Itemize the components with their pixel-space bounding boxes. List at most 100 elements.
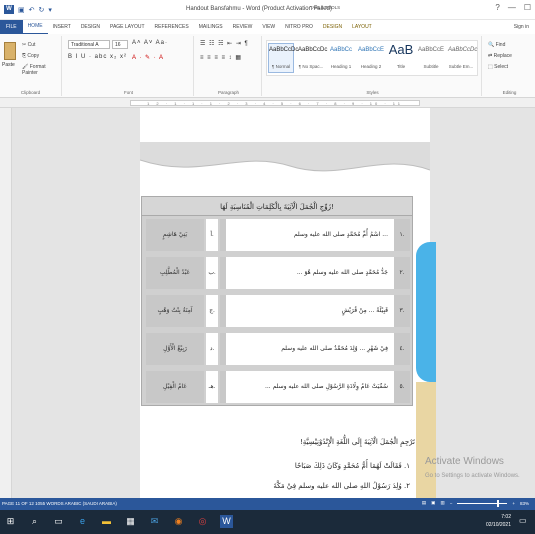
font-color-buttons[interactable]: A · ✎ · A [132,54,164,61]
select-button[interactable]: ⬚ Select [488,64,508,70]
letter-cell[interactable]: د. [206,333,218,365]
save-icon[interactable]: ▣ [18,6,25,14]
tab-mailings[interactable]: MAILINGS [194,20,228,34]
format-painter-button[interactable]: 🖌 Format Painter [22,64,61,76]
store-icon[interactable]: ▦ [124,515,137,528]
styles-group: AaBbCcDc ¶ Normal AaBbCcDc ¶ No Spac... … [264,36,482,96]
number-cell[interactable]: ٤. [394,333,410,365]
opera-icon[interactable]: ◎ [196,515,209,528]
question-cell[interactable]: جَدُّ مُحَمَّدٍ صلى الله عليه وسلم هُوَ … [226,257,394,289]
zoom-slider-thumb[interactable] [497,499,500,507]
vertical-ruler[interactable] [0,108,12,500]
number-cell[interactable]: ٢. [394,257,410,289]
decorative-wave [140,142,430,172]
word-taskbar-icon[interactable]: W [220,515,233,528]
question-cell[interactable]: قَبِيْلَةُ ... مِنْ قُرَيْشٍ [226,295,394,327]
cut-button[interactable]: ✂ Cut [22,42,35,48]
table-row[interactable]: رَبِيْعُ الْأَوَّلِ د. فِيْ شَهْرِ ... و… [141,330,413,368]
answer-cell[interactable]: آمِنَةُ بِنْتُ وَهْبٍ [146,295,204,327]
styles-gallery: AaBbCcDc ¶ Normal AaBbCcDc ¶ No Spac... … [266,40,478,76]
redo-icon[interactable]: ↻ [39,6,45,14]
number-cell[interactable]: ١. [394,219,410,251]
tab-page-layout[interactable]: PAGE LAYOUT [105,20,150,34]
style-subtitle[interactable]: AaBbCcE Subtitle [418,44,444,69]
horizontal-ruler[interactable]: 1 2 · 1 · 1 · 1 · 2 · 3 · 4 · 5 · 6 · 7 … [0,98,535,108]
letter-cell[interactable]: أ. [206,219,218,251]
start-icon[interactable]: ⊞ [4,515,17,528]
edge-icon[interactable]: e [76,515,89,528]
style-no-spacing[interactable]: AaBbCcDc ¶ No Spac... [298,44,327,69]
help-icon[interactable]: ? [495,3,499,12]
tab-review[interactable]: REVIEW [228,20,258,34]
letter-cell[interactable]: ج. [206,295,218,327]
tab-insert[interactable]: INSERT [48,20,76,34]
tab-table-design[interactable]: DESIGN [318,20,347,34]
style-heading-1[interactable]: AaBbCc Heading 1 [328,44,354,69]
style-normal[interactable]: AaBbCcDc ¶ Normal [268,43,298,73]
font-size-buttons[interactable]: A˄ A˅ Aa· [132,40,168,46]
activate-windows-sub: Go to Settings to activate Windows. [425,473,520,479]
letter-cell[interactable]: ب. [206,257,218,289]
align-buttons[interactable]: ≡ ≡ ≡ ≡ ↕ ▦ [200,54,242,61]
tab-references[interactable]: REFERENCES [150,20,194,34]
font-name-select[interactable]: Traditional A [68,40,110,49]
style-subtle-emphasis[interactable]: AaBbCcDc Subtle Em... [448,44,477,69]
mail-icon[interactable]: ✉ [148,515,161,528]
paste-icon[interactable] [4,42,16,60]
customize-icon[interactable]: ▾ [48,6,52,14]
undo-icon[interactable]: ↶ [29,6,35,14]
letter-cell[interactable]: هـ. [206,371,218,403]
format-buttons[interactable]: B I U · abc x₂ x² [68,54,127,60]
replace-button[interactable]: ⇄ Replace [488,53,512,59]
taskbar: ⊞ ⌕ ▭ e ▬ ▦ ✉ ◉ ◎ W 7:02 02/10/2021 ▭ [0,510,535,534]
style-heading-2[interactable]: AaBbCcE Heading 2 [358,44,384,69]
number-cell[interactable]: ٥. [394,371,410,403]
decorative-beige-band [416,382,436,498]
zoom-level[interactable]: 83% [520,501,529,506]
restore-icon[interactable]: ☐ [524,3,531,12]
zoom-in-icon[interactable]: + [512,501,515,506]
table-row[interactable]: بَنِيْ هَاشِمٍ أ. ... اسْمُ أُمِّ مُحَمَ… [141,216,413,254]
tab-file[interactable]: FILE [0,20,23,34]
zoom-slider[interactable] [457,499,508,507]
font-size-select[interactable]: 16 [112,40,128,49]
sign-in-link[interactable]: Sign in [514,24,529,30]
question-cell[interactable]: فِيْ شَهْرِ ... وُلِدَ مُحَمَّدٌ صلى الل… [226,333,394,365]
minimize-icon[interactable]: — [508,3,516,12]
tab-home[interactable]: HOME [22,19,48,35]
tab-design[interactable]: DESIGN [76,20,105,34]
status-bar: PAGE 11 OF 12 1055 WORDS ARABIC (SAUDI A… [0,498,535,510]
ribbon: Paste ✂ Cut ⎘ Copy 🖌 Format Painter Clip… [0,34,535,98]
search-icon[interactable]: ⌕ [28,515,41,528]
tab-table-layout[interactable]: LAYOUT [347,20,377,34]
status-info[interactable]: PAGE 11 OF 12 1055 WORDS ARABIC (SAUDI A… [2,501,117,506]
web-layout-icon[interactable]: ▥ [440,500,444,506]
notification-icon[interactable]: ▭ [519,516,531,528]
tab-view[interactable]: VIEW [257,20,280,34]
tab-nitro-pro[interactable]: NITRO PRO [280,20,318,34]
copy-button[interactable]: ⎘ Copy [22,53,39,59]
paste-button[interactable]: Paste [2,62,15,68]
print-layout-icon[interactable]: ▣ [431,500,435,506]
editing-group-label: Editing [502,90,517,95]
system-clock[interactable]: 7:02 02/10/2021 [486,513,511,529]
file-explorer-icon[interactable]: ▬ [100,515,113,528]
table-row[interactable]: عَبْدُ الْمُطَّلِبِ ب. جَدُّ مُحَمَّدٍ ص… [141,254,413,292]
table-row[interactable]: آمِنَةُ بِنْتُ وَهْبٍ ج. قَبِيْلَةُ ... … [141,292,413,330]
table-row[interactable]: عَامُ الْفِيْلِ هـ. سُمِّيَتْ عَامُ وِلَ… [141,368,413,406]
answer-cell[interactable]: عَامُ الْفِيْلِ [146,371,204,403]
title-bar: W ▣ ↶ ↻ ▾ Handout Bansfahmu - Word (Prod… [0,0,535,20]
answer-cell[interactable]: عَبْدُ الْمُطَّلِبِ [146,257,204,289]
firefox-icon[interactable]: ◉ [172,515,185,528]
find-button[interactable]: 🔍 Find [488,42,505,48]
question-cell[interactable]: ... اسْمُ أُمِّ مُحَمَّدٍ صلى الله عليه … [226,219,394,251]
number-cell[interactable]: ٣. [394,295,410,327]
task-view-icon[interactable]: ▭ [52,515,65,528]
list-buttons[interactable]: ☰ ☷ ☵ ⇤ ⇥ ¶ [200,40,249,47]
style-title[interactable]: AaB Title [388,43,414,69]
zoom-out-icon[interactable]: − [450,501,453,506]
answer-cell[interactable]: رَبِيْعُ الْأَوَّلِ [146,333,204,365]
question-cell[interactable]: سُمِّيَتْ عَامُ وِلَادَةِ الرَّسُوْلِ صل… [226,371,394,403]
answer-cell[interactable]: بَنِيْ هَاشِمٍ [146,219,204,251]
read-mode-icon[interactable]: ▤ [422,500,426,506]
